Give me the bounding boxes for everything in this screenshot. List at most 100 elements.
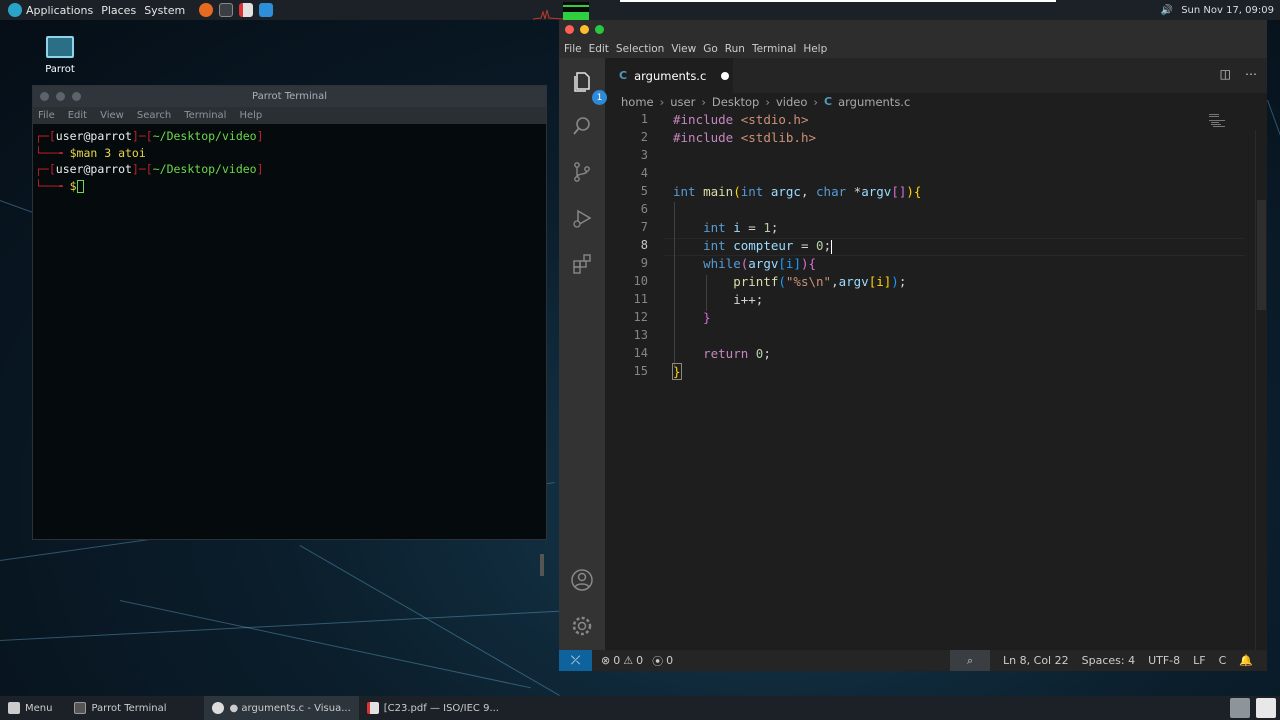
- crumb-desktop[interactable]: Desktop: [712, 95, 759, 109]
- terminal-title: Parrot Terminal: [251, 91, 327, 102]
- show-desktop-icon[interactable]: [1256, 698, 1276, 718]
- encoding[interactable]: UTF-8: [1148, 654, 1180, 667]
- split-editor-icon[interactable]: ◫: [1220, 67, 1231, 81]
- crumb-user[interactable]: user: [670, 95, 695, 109]
- panel-bar: [620, 0, 1056, 2]
- code-line-15: }: [672, 363, 682, 380]
- code-line-12: }: [703, 310, 711, 325]
- term-menu-file[interactable]: File: [38, 110, 55, 121]
- menu-view[interactable]: View: [671, 43, 696, 55]
- more-actions-icon[interactable]: ⋯: [1245, 67, 1257, 81]
- menu-edit[interactable]: Edit: [589, 43, 609, 55]
- vscode-titlebar[interactable]: [559, 20, 1267, 39]
- term-menu-help[interactable]: Help: [239, 110, 262, 121]
- breadcrumb: home › user › Desktop › video › C arguments.…: [621, 93, 910, 110]
- terminal-cursor: [76, 179, 84, 193]
- parrot-logo-icon: [8, 3, 22, 17]
- unsaved-dot-icon[interactable]: [721, 71, 730, 80]
- minimize-icon[interactable]: [580, 25, 589, 34]
- term-menu-search[interactable]: Search: [137, 110, 171, 121]
- language-mode[interactable]: C: [1219, 654, 1227, 667]
- extensions-icon[interactable]: [568, 250, 596, 278]
- account-icon[interactable]: [568, 566, 596, 594]
- terminal-menubar: File Edit View Search Terminal Help: [33, 107, 546, 124]
- close-icon[interactable]: [565, 25, 574, 34]
- minimap[interactable]: [1207, 112, 1233, 130]
- menu-terminal[interactable]: Terminal: [752, 43, 796, 55]
- applications-menu[interactable]: Applications: [8, 3, 93, 17]
- remote-indicator-icon[interactable]: ⤫: [559, 650, 592, 671]
- minimize-icon[interactable]: [56, 92, 65, 101]
- end-of-line[interactable]: LF: [1193, 654, 1205, 667]
- term-menu-terminal[interactable]: Terminal: [184, 110, 226, 121]
- line-number: 10: [633, 274, 648, 288]
- task-label: Parrot Terminal: [91, 702, 167, 714]
- clock[interactable]: Sun Nov 17, 09:09: [1181, 5, 1274, 16]
- close-icon[interactable]: [40, 92, 49, 101]
- crumb-video[interactable]: video: [776, 95, 807, 109]
- terminal-icon[interactable]: [219, 3, 234, 17]
- system-menu[interactable]: System: [144, 4, 185, 17]
- ports-indicator[interactable]: ⦿ 0: [652, 653, 673, 669]
- menu-run[interactable]: Run: [725, 43, 745, 55]
- code-editor[interactable]: 1 2 3 4 5 6 7 8 9 10 11 12 13 14 15 #inc…: [605, 110, 1255, 650]
- task-label: [C23.pdf — ISO/IEC 9...: [383, 702, 499, 714]
- line-number: 14: [633, 346, 648, 360]
- maximize-icon[interactable]: [595, 25, 604, 34]
- vscode-icon[interactable]: [259, 3, 274, 17]
- explorer-icon[interactable]: 1: [568, 68, 607, 105]
- pdf-icon[interactable]: [239, 3, 254, 17]
- source-control-icon[interactable]: [568, 158, 596, 186]
- settings-gear-icon[interactable]: [568, 612, 596, 640]
- task-pdf-viewer[interactable]: [C23.pdf — ISO/IEC 9...: [359, 696, 507, 720]
- editor-scrollbar[interactable]: [1255, 130, 1267, 650]
- menu-go[interactable]: Go: [703, 43, 718, 55]
- volume-icon[interactable]: 🔊: [1161, 5, 1173, 16]
- task-vscode[interactable]: ● arguments.c - Visua...: [204, 696, 359, 720]
- term-menu-edit[interactable]: Edit: [68, 110, 87, 121]
- error-icon: ⊗: [601, 654, 611, 667]
- notifications-bell-icon[interactable]: 🔔: [1239, 654, 1253, 667]
- error-count: 0: [613, 654, 621, 667]
- line-number: 12: [633, 310, 648, 324]
- maximize-icon[interactable]: [72, 92, 81, 101]
- zoom-icon[interactable]: ⌕: [950, 650, 991, 671]
- chevron-right-icon: ›: [765, 94, 770, 109]
- taskbar: Menu Parrot Terminal ● arguments.c - Vis…: [0, 696, 1280, 720]
- terminal-scrollbar[interactable]: [540, 554, 544, 576]
- crumb-file[interactable]: arguments.c: [838, 95, 910, 109]
- scrollbar-thumb[interactable]: [1257, 200, 1266, 310]
- c-file-icon: C: [824, 95, 833, 108]
- places-menu[interactable]: Places: [101, 4, 136, 17]
- firefox-icon[interactable]: [199, 3, 214, 17]
- search-icon[interactable]: [568, 112, 596, 140]
- tab-arguments-c[interactable]: C arguments.c: [605, 58, 733, 93]
- crumb-home[interactable]: home: [621, 95, 654, 109]
- ports-count: 0: [666, 654, 674, 667]
- menu-label: Menu: [25, 702, 53, 714]
- code-line-1: #include <stdio.h>: [673, 112, 809, 127]
- workspace-switcher-icon[interactable]: [1230, 698, 1250, 718]
- code-line-5: int main(int argc, char *argv[]){: [673, 184, 922, 199]
- code-line-10: printf("%s\n",argv[i]);: [733, 274, 907, 289]
- problems-indicator[interactable]: ⊗ 0 ⚠ 0: [601, 654, 643, 667]
- term-menu-view[interactable]: View: [100, 110, 124, 121]
- menu-file[interactable]: File: [564, 43, 582, 55]
- desktop-icon-parrot[interactable]: Parrot: [40, 36, 80, 75]
- prompt-line: ┌─[user@parrot]─[~/Desktop/video]: [35, 129, 264, 143]
- start-menu-button[interactable]: Menu: [0, 696, 60, 720]
- line-number: 11: [633, 292, 648, 306]
- run-debug-icon[interactable]: [568, 204, 596, 232]
- vscode-window[interactable]: File Edit Selection View Go Run Terminal…: [559, 20, 1267, 671]
- indentation[interactable]: Spaces: 4: [1082, 654, 1135, 667]
- status-bar: ⤫ ⊗ 0 ⚠ 0 ⦿ 0 ⌕ Ln 8, Col 22 Spaces: 4 UTF-…: [559, 650, 1267, 671]
- terminal-titlebar[interactable]: Parrot Terminal: [33, 86, 546, 107]
- broadcast-icon: ⦿: [652, 654, 664, 668]
- menu-help[interactable]: Help: [803, 43, 827, 55]
- menu-selection[interactable]: Selection: [616, 43, 664, 55]
- cursor-position[interactable]: Ln 8, Col 22: [1003, 654, 1069, 667]
- task-parrot-terminal[interactable]: Parrot Terminal: [66, 696, 174, 720]
- terminal-output[interactable]: ┌─[user@parrot]─[~/Desktop/video] └──╼ $…: [33, 124, 546, 576]
- terminal-window[interactable]: Parrot Terminal File Edit View Search Te…: [32, 85, 547, 576]
- command-line: └──╼ $man 3 atoi: [35, 145, 146, 160]
